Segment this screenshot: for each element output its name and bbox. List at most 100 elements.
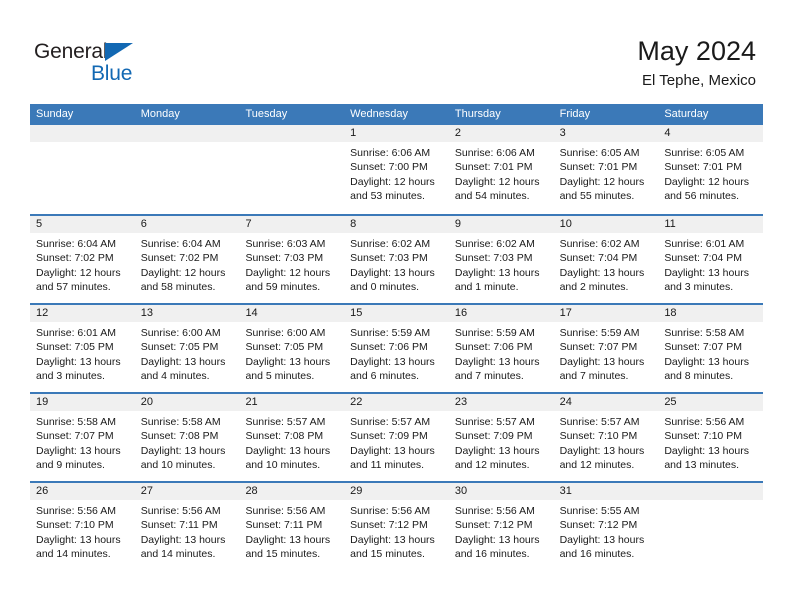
day-number: 6: [134, 216, 240, 233]
calendar-day-cell[interactable]: 17 Sunrise: 5:59 AM Sunset: 7:07 PM Dayligh…: [553, 305, 659, 392]
sunrise-line: Sunrise: 5:57 AM: [245, 416, 326, 428]
calendar-day-cell[interactable]: 19 Sunrise: 5:58 AM Sunset: 7:07 PM Dayligh…: [30, 394, 135, 481]
general-blue-logo[interactable]: General Blue: [34, 40, 274, 96]
calendar-day-cell[interactable]: 29 Sunrise: 5:56 AM Sunset: 7:12 PM Dayligh…: [344, 483, 449, 570]
day-number: 8: [344, 216, 449, 233]
day-number: 20: [134, 394, 240, 411]
calendar-day-cell[interactable]: 28 Sunrise: 5:56 AM Sunset: 7:11 PM Dayligh…: [239, 483, 345, 570]
calendar-day-cell[interactable]: 14 Sunrise: 6:00 AM Sunset: 7:05 PM Dayligh…: [239, 305, 345, 392]
day-number: 2: [448, 125, 554, 142]
calendar-day-cell[interactable]: 5 Sunrise: 6:04 AM Sunset: 7:02 PM Daylight…: [30, 216, 135, 303]
sunrise-line: Sunrise: 6:06 AM: [350, 147, 431, 159]
sunset-line: Sunset: 7:07 PM: [36, 430, 114, 443]
sunset-line: Sunset: 7:09 PM: [350, 430, 428, 443]
daylight-line: Daylight: 13 hours: [454, 444, 540, 457]
daylight-line: Daylight: 13 hours: [559, 533, 645, 546]
daylight-line: Daylight: 13 hours: [454, 266, 540, 279]
calendar-day-cell[interactable]: 4 Sunrise: 6:05 AM Sunset: 7:01 PM Daylight…: [658, 125, 764, 214]
calendar-day-cell[interactable]: 31 Sunrise: 5:55 AM Sunset: 7:12 PM Dayligh…: [553, 483, 659, 570]
calendar-day-cell[interactable]: 30 Sunrise: 5:56 AM Sunset: 7:12 PM Dayligh…: [448, 483, 554, 570]
sunset-line: Sunset: 7:10 PM: [36, 519, 114, 532]
sunrise-line: Sunrise: 5:56 AM: [36, 505, 116, 517]
weekday-header-friday: Friday: [559, 108, 591, 120]
sunrise-line: Sunrise: 6:01 AM: [664, 238, 745, 250]
day-number: 5: [30, 216, 135, 233]
sunset-line: Sunset: 7:09 PM: [454, 430, 533, 443]
sunset-line: Sunset: 7:07 PM: [664, 341, 742, 354]
calendar-day-cell[interactable]: 21 Sunrise: 5:57 AM Sunset: 7:08 PM Dayligh…: [239, 394, 345, 481]
calendar-day-cell[interactable]: 25 Sunrise: 5:56 AM Sunset: 7:10 PM Dayligh…: [658, 394, 764, 481]
sunrise-line: Sunrise: 5:59 AM: [559, 327, 640, 339]
calendar-day-cell[interactable]: 13 Sunrise: 6:00 AM Sunset: 7:05 PM Dayligh…: [134, 305, 240, 392]
day-number: 12: [30, 305, 135, 322]
calendar-day-cell[interactable]: 2 Sunrise: 6:06 AM Sunset: 7:01 PM Daylight…: [448, 125, 554, 214]
sunrise-line: Sunrise: 5:58 AM: [140, 416, 221, 428]
daylight-line-cont: and 16 minutes.: [454, 547, 530, 560]
sunset-line: Sunset: 7:06 PM: [350, 341, 428, 354]
sunrise-line: Sunrise: 5:58 AM: [36, 416, 116, 428]
weekday-header-saturday: Saturday: [664, 108, 709, 120]
calendar-day-cell[interactable]: 11 Sunrise: 6:01 AM Sunset: 7:04 PM Dayligh…: [658, 216, 764, 303]
calendar-day-cell[interactable]: 6 Sunrise: 6:04 AM Sunset: 7:02 PM Daylight…: [134, 216, 240, 303]
daylight-line: Daylight: 13 hours: [245, 355, 331, 368]
daylight-line-cont: and 2 minutes.: [559, 280, 629, 293]
calendar-day-cell[interactable]: 23 Sunrise: 5:57 AM Sunset: 7:09 PM Dayligh…: [448, 394, 554, 481]
daylight-line: Daylight: 13 hours: [140, 533, 226, 546]
day-sun-info: Sunrise: 5:56 AM Sunset: 7:11 PM Daylight:…: [239, 500, 344, 561]
day-sun-info: Sunrise: 6:00 AM Sunset: 7:05 PM Daylight:…: [135, 322, 240, 383]
day-sun-info: Sunrise: 5:58 AM Sunset: 7:07 PM Daylight:…: [658, 322, 763, 383]
day-sun-info: Sunrise: 5:59 AM Sunset: 7:06 PM Daylight:…: [344, 322, 449, 383]
calendar-day-cell[interactable]: 18 Sunrise: 5:58 AM Sunset: 7:07 PM Dayligh…: [658, 305, 764, 392]
calendar-day-cell[interactable]: 26 Sunrise: 5:56 AM Sunset: 7:10 PM Dayligh…: [30, 483, 135, 570]
day-number: [658, 483, 764, 500]
calendar-day-cell[interactable]: 16 Sunrise: 5:59 AM Sunset: 7:06 PM Dayligh…: [448, 305, 554, 392]
calendar-day-cell[interactable]: 24 Sunrise: 5:57 AM Sunset: 7:10 PM Dayligh…: [553, 394, 659, 481]
day-sun-info: Sunrise: 5:57 AM Sunset: 7:09 PM Daylight:…: [344, 411, 449, 472]
calendar-day-cell[interactable]: 9 Sunrise: 6:02 AM Sunset: 7:03 PM Daylight…: [448, 216, 554, 303]
daylight-line-cont: and 15 minutes.: [350, 547, 425, 560]
sunset-line: Sunset: 7:03 PM: [245, 252, 324, 265]
sunrise-line: Sunrise: 6:01 AM: [36, 327, 116, 339]
daylight-line-cont: and 7 minutes.: [454, 369, 524, 382]
calendar-day-cell[interactable]: 10 Sunrise: 6:02 AM Sunset: 7:04 PM Dayligh…: [553, 216, 659, 303]
day-number: 29: [344, 483, 449, 500]
day-number: 19: [30, 394, 135, 411]
calendar-day-cell[interactable]: 20 Sunrise: 5:58 AM Sunset: 7:08 PM Dayligh…: [134, 394, 240, 481]
daylight-line-cont: and 9 minutes.: [36, 458, 105, 471]
calendar-day-cell[interactable]: 15 Sunrise: 5:59 AM Sunset: 7:06 PM Dayligh…: [344, 305, 449, 392]
day-sun-info: Sunrise: 5:58 AM Sunset: 7:08 PM Daylight:…: [135, 411, 240, 472]
calendar-day-cell[interactable]: 22 Sunrise: 5:57 AM Sunset: 7:09 PM Dayligh…: [344, 394, 449, 481]
calendar-day-cell[interactable]: 3 Sunrise: 6:05 AM Sunset: 7:01 PM Daylight…: [553, 125, 659, 214]
daylight-line-cont: and 16 minutes.: [559, 547, 635, 560]
calendar-day-cell[interactable]: 12 Sunrise: 6:01 AM Sunset: 7:05 PM Dayligh…: [30, 305, 135, 392]
daylight-line: Daylight: 13 hours: [36, 355, 121, 368]
calendar-day-cell[interactable]: 1 Sunrise: 6:06 AM Sunset: 7:00 PM Daylight…: [344, 125, 449, 214]
daylight-line: Daylight: 12 hours: [454, 175, 540, 188]
sunrise-line: Sunrise: 6:03 AM: [245, 238, 326, 250]
daylight-line-cont: and 53 minutes.: [350, 189, 425, 202]
weekday-header-thursday: Thursday: [454, 108, 501, 120]
sunrise-line: Sunrise: 6:05 AM: [664, 147, 745, 159]
daylight-line-cont: and 57 minutes.: [36, 280, 111, 293]
title-block: May 2024 El Tephe, Mexico: [637, 34, 756, 92]
calendar-day-cell[interactable]: 27 Sunrise: 5:56 AM Sunset: 7:11 PM Dayligh…: [134, 483, 240, 570]
calendar-day-cell[interactable]: 7 Sunrise: 6:03 AM Sunset: 7:03 PM Daylight…: [239, 216, 345, 303]
weekday-header-tuesday: Tuesday: [245, 108, 288, 120]
day-sun-info: Sunrise: 6:01 AM Sunset: 7:04 PM Daylight:…: [658, 233, 763, 294]
calendar-day-cell-empty: [30, 125, 135, 214]
calendar-week-row: 12 Sunrise: 6:01 AM Sunset: 7:05 PM Dayligh…: [30, 303, 764, 392]
day-number: 13: [134, 305, 240, 322]
day-number: 30: [448, 483, 554, 500]
day-sun-info: Sunrise: 6:01 AM Sunset: 7:05 PM Daylight:…: [30, 322, 135, 383]
calendar-day-cell[interactable]: 8 Sunrise: 6:02 AM Sunset: 7:03 PM Daylight…: [344, 216, 449, 303]
daylight-line: Daylight: 13 hours: [350, 355, 435, 368]
page-header: General Blue May 2024 El Tephe, Mexico: [0, 0, 792, 100]
day-number: 26: [30, 483, 135, 500]
calendar-day-cell-empty: [134, 125, 240, 214]
day-sun-info: Sunrise: 5:56 AM Sunset: 7:11 PM Daylight:…: [135, 500, 240, 561]
calendar-day-cell-empty: [658, 483, 764, 570]
calendar-week-row: 26 Sunrise: 5:56 AM Sunset: 7:10 PM Dayligh…: [30, 481, 764, 570]
sunset-line: Sunset: 7:02 PM: [140, 252, 219, 265]
day-sun-info: Sunrise: 6:00 AM Sunset: 7:05 PM Daylight:…: [239, 322, 344, 383]
daylight-line: Daylight: 13 hours: [454, 355, 540, 368]
